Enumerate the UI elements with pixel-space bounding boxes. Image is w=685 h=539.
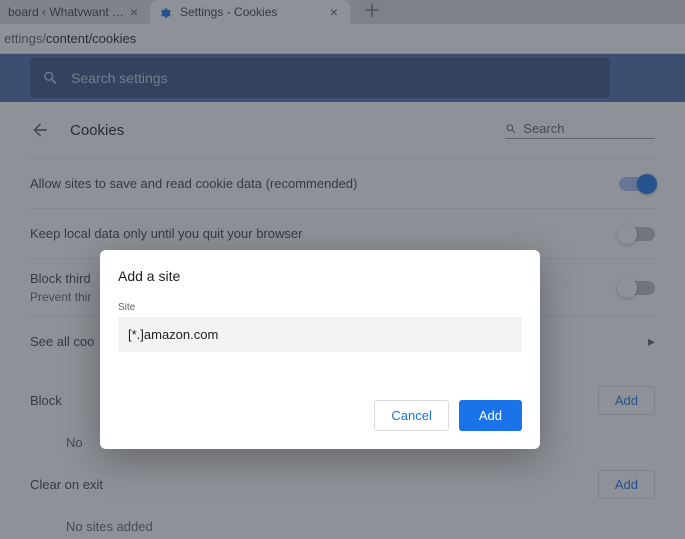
dialog-field-label: Site [118,302,522,313]
dialog-actions: Cancel Add [118,400,522,431]
dialog-title: Add a site [118,268,522,284]
cancel-button[interactable]: Cancel [374,400,448,431]
add-site-dialog: Add a site Site Cancel Add [100,250,540,449]
site-input[interactable] [118,317,522,352]
add-button[interactable]: Add [459,400,522,431]
